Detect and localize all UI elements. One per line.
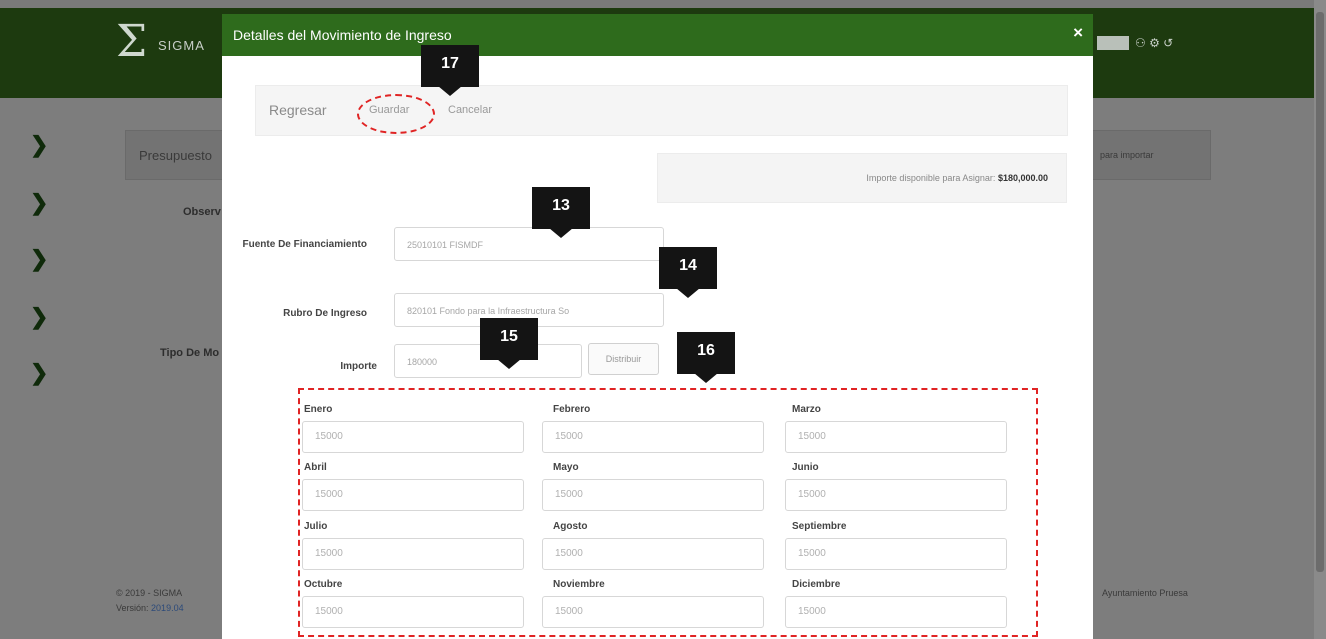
movement-details-modal: Detalles del Movimiento de Ingreso × Reg… [222, 14, 1093, 639]
sigma-logo-icon: Σ [116, 16, 148, 67]
available-amount-panel: Importe disponible para Asignar: $180,00… [657, 153, 1067, 203]
sidebar-chevron-icon[interactable]: ❯ [30, 246, 48, 272]
sidebar-chevron-icon[interactable]: ❯ [30, 190, 48, 216]
modal-header: Detalles del Movimiento de Ingreso × [222, 14, 1093, 56]
modal-title: Detalles del Movimiento de Ingreso [233, 27, 452, 43]
background-panel-title: Presupuesto [139, 148, 212, 163]
sidebar-chevron-icon[interactable]: ❯ [30, 132, 48, 158]
background-panel-right: para importar [1100, 150, 1154, 160]
callout-17: 17 [421, 45, 479, 96]
back-link[interactable]: Regresar [269, 102, 327, 118]
scrollbar-thumb[interactable] [1316, 12, 1324, 572]
save-highlight-ring [357, 94, 435, 134]
close-icon[interactable]: × [1073, 23, 1083, 43]
cancel-link[interactable]: Cancelar [448, 104, 492, 116]
sidebar-chevron-icon[interactable]: ❯ [30, 304, 48, 330]
footer-right-text: Ayuntamiento Pruesa [1102, 588, 1188, 598]
callout-14: 14 [659, 247, 717, 298]
callout-16: 16 [677, 332, 735, 383]
topbar-user-area[interactable]: ⚇ ⚙ ↺ [1097, 36, 1173, 50]
importe-label: Importe [340, 361, 377, 372]
user-actions-icons[interactable]: ⚇ ⚙ ↺ [1135, 36, 1173, 50]
fuente-input[interactable]: 25010101 FISMDF [394, 227, 664, 261]
footer-version: Versión: 2019.04 [116, 603, 184, 613]
sidebar-chevron-icon[interactable]: ❯ [30, 360, 48, 386]
distribute-button[interactable]: Distribuir [588, 343, 659, 375]
footer-copyright: © 2019 - SIGMA [116, 588, 183, 598]
callout-15: 15 [480, 318, 538, 369]
fuente-label: Fuente De Financiamiento [242, 239, 367, 250]
background-tipo-label: Tipo De Mo [160, 347, 220, 359]
rubro-label: Rubro De Ingreso [283, 308, 367, 319]
footer-version-link[interactable]: 2019.04 [151, 603, 184, 613]
months-highlight-box [298, 388, 1038, 637]
page-scrollbar[interactable] [1314, 0, 1326, 639]
app-brand: SIGMA [158, 38, 205, 53]
callout-13: 13 [532, 187, 590, 238]
available-amount-value: $180,000.00 [997, 173, 1048, 183]
user-name-block [1097, 36, 1129, 50]
available-amount-label: Importe disponible para Asignar: [866, 173, 996, 183]
available-amount: Importe disponible para Asignar: $180,00… [866, 173, 1048, 183]
background-observ-label: Observ [183, 206, 221, 218]
footer-version-label: Versión: [116, 603, 149, 613]
